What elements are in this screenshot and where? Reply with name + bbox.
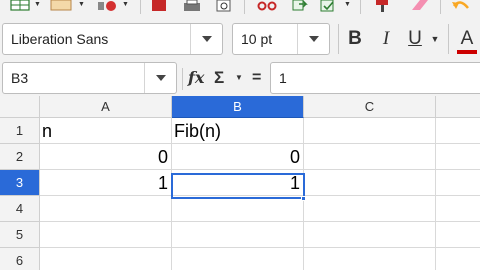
undo-icon[interactable] xyxy=(450,0,472,12)
cell-a2[interactable]: 0 xyxy=(40,144,172,170)
sum-dropdown-arrow[interactable]: ▼ xyxy=(235,65,243,91)
column-header-b[interactable]: B xyxy=(172,96,304,118)
clear-format-icon[interactable] xyxy=(408,0,430,12)
row-header-2[interactable]: 2 xyxy=(0,144,40,170)
underline-button[interactable]: U xyxy=(404,25,426,53)
cell-a3[interactable]: 1 xyxy=(40,170,172,196)
column-header-c[interactable]: C xyxy=(304,96,436,118)
italic-button[interactable]: I xyxy=(375,25,397,53)
chevron-down-icon[interactable]: ▼ xyxy=(78,1,85,8)
cell-d5[interactable] xyxy=(436,222,480,248)
bold-button[interactable]: B xyxy=(344,25,366,53)
function-wizard-button[interactable]: fx xyxy=(188,65,204,91)
name-box-dropdown-button[interactable] xyxy=(144,63,176,93)
chevron-down-icon xyxy=(309,36,319,42)
print-preview-icon[interactable] xyxy=(214,0,234,12)
font-color-button[interactable]: A xyxy=(456,25,478,53)
font-name-combo[interactable]: Liberation Sans xyxy=(2,23,223,55)
spreadsheet-grid: A B C 1 2 3 4 5 6 n Fib(n) 0 0 1 1 xyxy=(0,96,480,270)
font-size-value[interactable]: 10 pt xyxy=(241,24,272,54)
cell-c3[interactable] xyxy=(304,170,436,196)
row-header-3[interactable]: 3 xyxy=(0,170,40,196)
cell-b6[interactable] xyxy=(172,248,304,270)
font-size-dropdown-button[interactable] xyxy=(297,24,329,54)
cell-d1[interactable] xyxy=(436,118,480,144)
row-header-5[interactable]: 5 xyxy=(0,222,40,248)
pdf-icon[interactable] xyxy=(150,0,168,12)
chart-icon[interactable] xyxy=(96,0,118,12)
chevron-down-icon[interactable]: ▼ xyxy=(122,1,129,8)
cell-c5[interactable] xyxy=(304,222,436,248)
cut-icon[interactable] xyxy=(256,0,278,12)
cell-d6[interactable] xyxy=(436,248,480,270)
formula-bar: B3 fx Σ ▼ = 1 xyxy=(0,60,480,96)
select-all-corner[interactable] xyxy=(0,96,40,118)
cell-b2[interactable]: 0 xyxy=(172,144,304,170)
cell-d3[interactable] xyxy=(436,170,480,196)
toolbar-separator xyxy=(448,24,449,54)
standard-toolbar: ▼ ▼ ▼ ▼ xyxy=(0,0,480,18)
chevron-down-icon xyxy=(156,75,166,81)
chevron-down-icon xyxy=(202,36,212,42)
copy-icon[interactable] xyxy=(290,0,310,12)
formula-input[interactable]: 1 xyxy=(270,62,480,94)
font-name-dropdown-button[interactable] xyxy=(190,24,222,54)
cell-a4[interactable] xyxy=(40,196,172,222)
cell-d4[interactable] xyxy=(436,196,480,222)
cell-c2[interactable] xyxy=(304,144,436,170)
row-header-6[interactable]: 6 xyxy=(0,248,40,270)
formula-button[interactable]: = xyxy=(252,65,261,91)
formatting-toolbar: Liberation Sans 10 pt B I U ▼ A xyxy=(0,18,480,60)
formula-input-value[interactable]: 1 xyxy=(279,63,287,93)
cell-a1[interactable]: n xyxy=(40,118,172,144)
cell-a5[interactable] xyxy=(40,222,172,248)
row-header-1[interactable]: 1 xyxy=(0,118,40,144)
cell-b5[interactable] xyxy=(172,222,304,248)
toolbar-separator xyxy=(244,0,245,14)
paste-icon[interactable] xyxy=(318,0,338,12)
cell-c6[interactable] xyxy=(304,248,436,270)
cell-b4[interactable] xyxy=(172,196,304,222)
chevron-down-icon[interactable]: ▼ xyxy=(344,1,351,8)
table-icon[interactable] xyxy=(10,0,30,12)
clone-format-icon[interactable] xyxy=(372,0,392,12)
toolbar-separator xyxy=(182,68,183,90)
cell-c4[interactable] xyxy=(304,196,436,222)
sum-button[interactable]: Σ xyxy=(214,65,224,91)
toolbar-separator xyxy=(440,0,441,14)
name-box-value[interactable]: B3 xyxy=(11,63,28,93)
print-icon[interactable] xyxy=(182,0,202,12)
font-color-swatch xyxy=(457,50,477,54)
toolbar-separator xyxy=(338,24,339,54)
cell-b1[interactable]: Fib(n) xyxy=(172,118,304,144)
cell-b3[interactable]: 1 xyxy=(172,170,304,196)
font-size-combo[interactable]: 10 pt xyxy=(232,23,330,55)
autofill-handle[interactable] xyxy=(301,196,306,201)
underline-options-arrow[interactable]: ▼ xyxy=(428,25,442,53)
image-icon[interactable] xyxy=(50,0,72,12)
column-header-d[interactable] xyxy=(436,96,480,118)
toolbar-separator xyxy=(360,0,361,14)
font-name-value[interactable]: Liberation Sans xyxy=(11,24,108,54)
chevron-down-icon[interactable]: ▼ xyxy=(34,1,41,8)
cell-a6[interactable] xyxy=(40,248,172,270)
name-box[interactable]: B3 xyxy=(2,62,177,94)
row-header-4[interactable]: 4 xyxy=(0,196,40,222)
column-header-a[interactable]: A xyxy=(40,96,172,118)
cell-d2[interactable] xyxy=(436,144,480,170)
cell-c1[interactable] xyxy=(304,118,436,144)
toolbar-separator xyxy=(140,0,141,14)
